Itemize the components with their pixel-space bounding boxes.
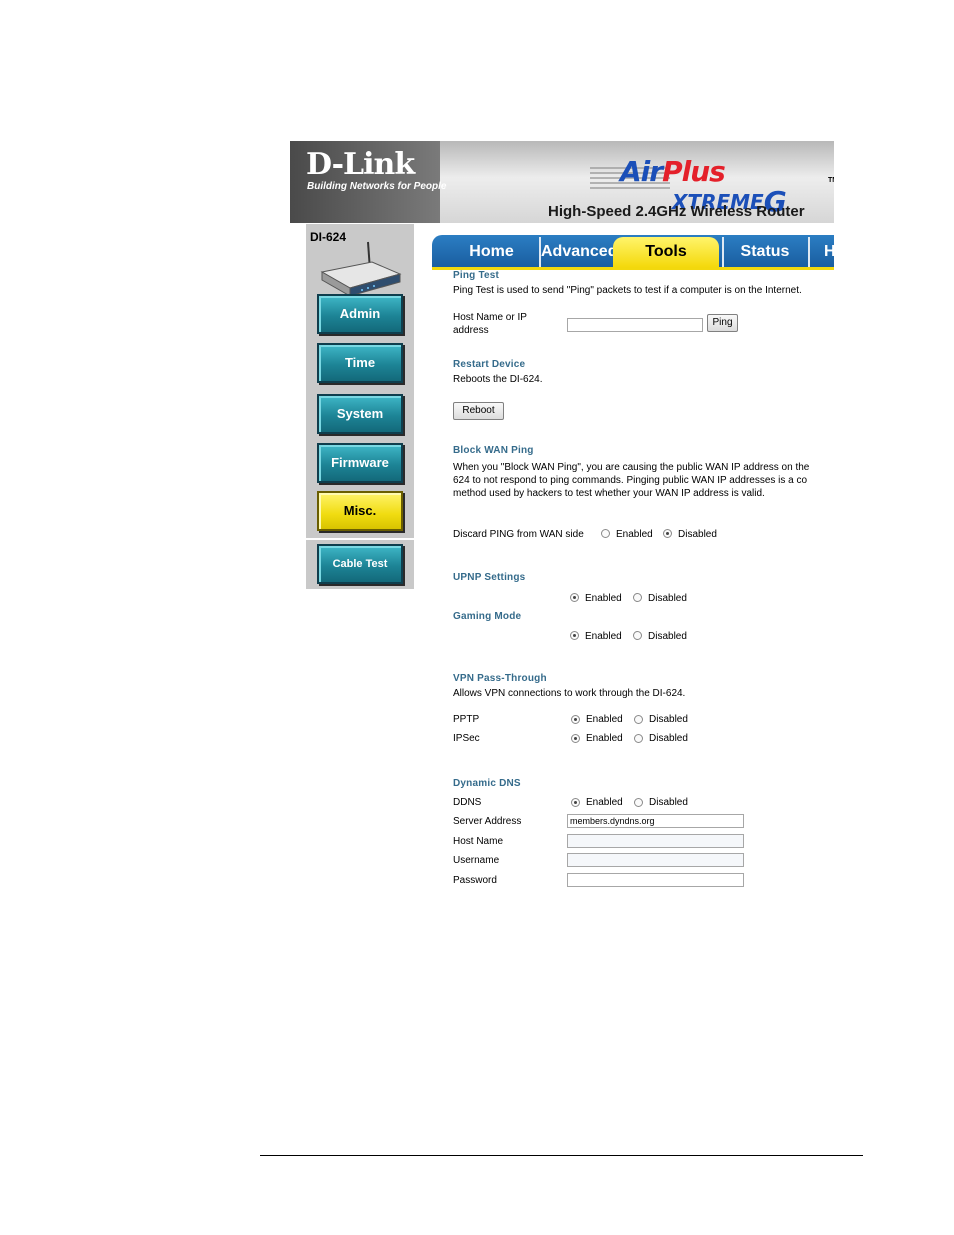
pptp-enabled-radio[interactable] bbox=[571, 715, 580, 724]
gaming-enabled-label: Enabled bbox=[585, 631, 622, 642]
pptp-label: PPTP bbox=[453, 714, 480, 725]
host-label-line2: address bbox=[453, 325, 489, 336]
gaming-title: Gaming Mode bbox=[453, 611, 522, 622]
ddns-enabled-radio[interactable] bbox=[571, 798, 580, 807]
block-wan-line3: method used by hackers to test whether y… bbox=[453, 488, 765, 499]
gaming-enabled-radio[interactable] bbox=[570, 631, 579, 640]
ddns-label: DDNS bbox=[453, 797, 482, 808]
tab-advanced[interactable]: Advanced bbox=[539, 237, 617, 267]
upnp-enabled-radio[interactable] bbox=[570, 593, 579, 602]
ping-button[interactable]: Ping bbox=[707, 314, 738, 332]
brand-air-text: Air bbox=[620, 155, 663, 188]
restart-title: Restart Device bbox=[453, 359, 526, 370]
sidebar: DI-624 Admin Time System Firmware Misc. bbox=[306, 224, 414, 538]
sidebar-item-time[interactable]: Time bbox=[317, 343, 403, 383]
password-input[interactable] bbox=[567, 873, 744, 887]
reboot-button[interactable]: Reboot bbox=[453, 402, 504, 420]
vpn-description: Allows VPN connections to work through t… bbox=[453, 688, 686, 699]
sidebar-extra: Cable Test bbox=[306, 540, 414, 589]
discard-ping-disabled-radio[interactable] bbox=[663, 529, 672, 538]
vpn-title: VPN Pass-Through bbox=[453, 673, 547, 684]
restart-description: Reboots the DI-624. bbox=[453, 374, 543, 385]
discard-ping-label: Discard PING from WAN side bbox=[453, 529, 584, 540]
username-input[interactable] bbox=[567, 853, 744, 867]
host-name-label: Host Name bbox=[453, 836, 504, 847]
upnp-title: UPNP Settings bbox=[453, 572, 526, 583]
ipsec-disabled-radio[interactable] bbox=[634, 734, 643, 743]
sidebar-item-cable-test[interactable]: Cable Test bbox=[317, 544, 403, 584]
router-icon bbox=[320, 241, 402, 297]
discard-ping-disabled-label: Disabled bbox=[678, 529, 717, 540]
username-label: Username bbox=[453, 855, 500, 866]
pptp-enabled-label: Enabled bbox=[586, 714, 623, 725]
upnp-disabled-radio[interactable] bbox=[633, 593, 642, 602]
ipsec-enabled-radio[interactable] bbox=[571, 734, 580, 743]
pptp-disabled-label: Disabled bbox=[649, 714, 688, 725]
sidebar-item-system[interactable]: System bbox=[317, 394, 403, 434]
ipsec-label: IPSec bbox=[453, 733, 480, 744]
header-banner: D-Link Building Networks for People AirP… bbox=[290, 141, 834, 223]
sidebar-item-admin[interactable]: Admin bbox=[317, 294, 403, 334]
pptp-disabled-radio[interactable] bbox=[634, 715, 643, 724]
footer-divider bbox=[260, 1155, 863, 1156]
server-address-label: Server Address bbox=[453, 816, 522, 827]
product-title: High-Speed 2.4GHz Wireless Router bbox=[548, 203, 805, 220]
sidebar-item-misc[interactable]: Misc. bbox=[317, 491, 403, 531]
ping-test-title: Ping Test bbox=[453, 270, 500, 281]
password-label: Password bbox=[453, 875, 497, 886]
tab-bar: Home Advanced Tools Status H bbox=[432, 235, 834, 270]
ddns-title: Dynamic DNS bbox=[453, 778, 521, 789]
block-wan-line2: 624 to not respond to ping commands. Pin… bbox=[453, 475, 808, 486]
ping-host-input[interactable] bbox=[567, 318, 703, 332]
tab-home[interactable]: Home bbox=[444, 237, 539, 267]
ipsec-enabled-label: Enabled bbox=[586, 733, 623, 744]
ipsec-disabled-label: Disabled bbox=[649, 733, 688, 744]
discard-ping-enabled-label: Enabled bbox=[616, 529, 653, 540]
brand-tm: TM bbox=[828, 177, 834, 184]
ddns-disabled-radio[interactable] bbox=[634, 798, 643, 807]
tab-tools[interactable]: Tools bbox=[613, 237, 719, 267]
ddns-disabled-label: Disabled bbox=[649, 797, 688, 808]
logo-tagline: Building Networks for People bbox=[307, 181, 447, 192]
block-wan-ping-title: Block WAN Ping bbox=[453, 445, 534, 456]
host-name-input[interactable] bbox=[567, 834, 744, 848]
discard-ping-enabled-radio[interactable] bbox=[601, 529, 610, 538]
sidebar-item-firmware[interactable]: Firmware bbox=[317, 443, 403, 483]
block-wan-line1: When you "Block WAN Ping", you are causi… bbox=[453, 462, 810, 473]
gaming-disabled-radio[interactable] bbox=[633, 631, 642, 640]
host-label-line1: Host Name or IP bbox=[453, 312, 527, 323]
dlink-logo: D-Link bbox=[306, 147, 415, 182]
upnp-disabled-label: Disabled bbox=[648, 593, 687, 604]
tab-status[interactable]: Status bbox=[722, 237, 806, 267]
ping-test-description: Ping Test is used to send "Ping" packets… bbox=[453, 285, 802, 296]
tab-help[interactable]: H bbox=[808, 237, 834, 267]
gaming-disabled-label: Disabled bbox=[648, 631, 687, 642]
server-address-input[interactable] bbox=[567, 814, 744, 828]
upnp-enabled-label: Enabled bbox=[585, 593, 622, 604]
ddns-enabled-label: Enabled bbox=[586, 797, 623, 808]
